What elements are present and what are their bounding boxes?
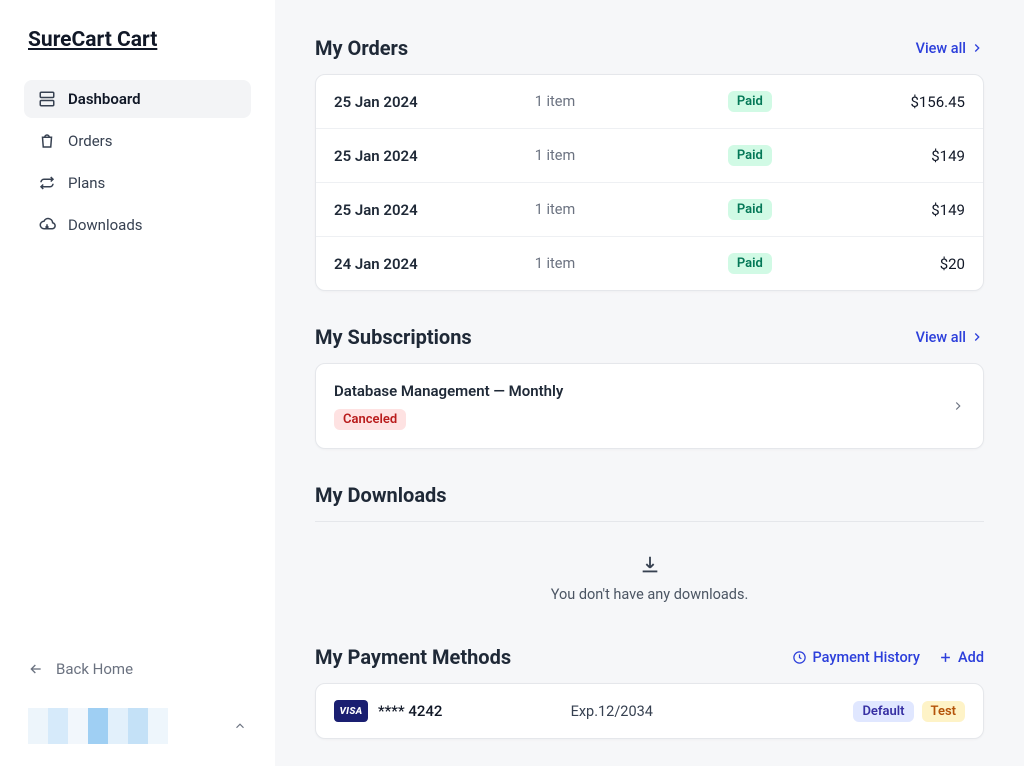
chevron-up-icon	[233, 719, 247, 733]
repeat-icon	[38, 174, 56, 192]
nav-list: Dashboard Orders Plans Downloads	[24, 80, 251, 244]
nav-label: Plans	[68, 174, 105, 192]
payment-methods-card: VISA **** 4242 Exp.12/2034 Default Test	[315, 683, 984, 739]
subscriptions-title: My Subscriptions	[315, 325, 472, 349]
nav-dashboard[interactable]: Dashboard	[24, 80, 251, 118]
orders-title: My Orders	[315, 36, 408, 60]
order-row[interactable]: 25 Jan 2024 1 item Paid $156.45	[316, 75, 983, 129]
nav-label: Downloads	[68, 216, 143, 234]
nav-label: Orders	[68, 132, 113, 150]
status-badge: Paid	[728, 91, 772, 112]
status-badge: Paid	[728, 145, 772, 166]
plus-icon	[938, 650, 953, 665]
downloads-empty: You don't have any downloads.	[315, 536, 984, 611]
orders-card: 25 Jan 2024 1 item Paid $156.45 25 Jan 2…	[315, 74, 984, 291]
bag-icon	[38, 132, 56, 150]
nav-orders[interactable]: Orders	[24, 122, 251, 160]
app-title[interactable]: SureCart Cart	[24, 28, 251, 52]
test-badge: Test	[922, 701, 965, 722]
nav-downloads[interactable]: Downloads	[24, 206, 251, 244]
status-badge: Paid	[728, 199, 772, 220]
download-icon	[639, 554, 661, 576]
order-row[interactable]: 24 Jan 2024 1 item Paid $20	[316, 237, 983, 290]
chevron-right-icon	[970, 41, 984, 55]
nav-label: Dashboard	[68, 90, 141, 108]
back-home-label: Back Home	[56, 660, 133, 678]
orders-view-all[interactable]: View all	[916, 40, 984, 57]
status-badge: Canceled	[334, 409, 406, 430]
orders-section: My Orders View all 25 Jan 2024 1 item Pa…	[315, 36, 984, 291]
subscription-row[interactable]: Database Management — Monthly Canceled	[316, 364, 983, 448]
arrow-left-icon	[28, 661, 44, 677]
profile-toggle[interactable]	[24, 702, 251, 750]
subscriptions-view-all[interactable]: View all	[916, 329, 984, 346]
add-payment-method[interactable]: Add	[938, 649, 984, 666]
layout-icon	[38, 90, 56, 108]
status-badge: Paid	[728, 253, 772, 274]
chevron-right-icon	[970, 330, 984, 344]
payment-methods-title: My Payment Methods	[315, 645, 511, 669]
order-row[interactable]: 25 Jan 2024 1 item Paid $149	[316, 183, 983, 237]
avatar	[28, 708, 168, 744]
downloads-title: My Downloads	[315, 483, 447, 507]
subscriptions-card: Database Management — Monthly Canceled	[315, 363, 984, 449]
nav-plans[interactable]: Plans	[24, 164, 251, 202]
main-content: My Orders View all 25 Jan 2024 1 item Pa…	[275, 0, 1024, 766]
payment-methods-section: My Payment Methods Payment History Add V…	[315, 645, 984, 739]
subscription-name: Database Management — Monthly	[334, 382, 563, 400]
downloads-section: My Downloads You don't have any download…	[315, 483, 984, 611]
back-home-link[interactable]: Back Home	[24, 650, 251, 688]
visa-icon: VISA	[334, 700, 368, 722]
sidebar: SureCart Cart Dashboard Orders Plans Dow…	[0, 0, 275, 766]
subscriptions-section: My Subscriptions View all Database Manag…	[315, 325, 984, 449]
default-badge: Default	[853, 701, 913, 722]
clock-icon	[792, 650, 807, 665]
payment-history-link[interactable]: Payment History	[792, 649, 920, 666]
chevron-right-icon	[951, 399, 965, 413]
order-row[interactable]: 25 Jan 2024 1 item Paid $149	[316, 129, 983, 183]
payment-method-row[interactable]: VISA **** 4242 Exp.12/2034 Default Test	[316, 684, 983, 738]
cloud-down-icon	[38, 216, 56, 234]
